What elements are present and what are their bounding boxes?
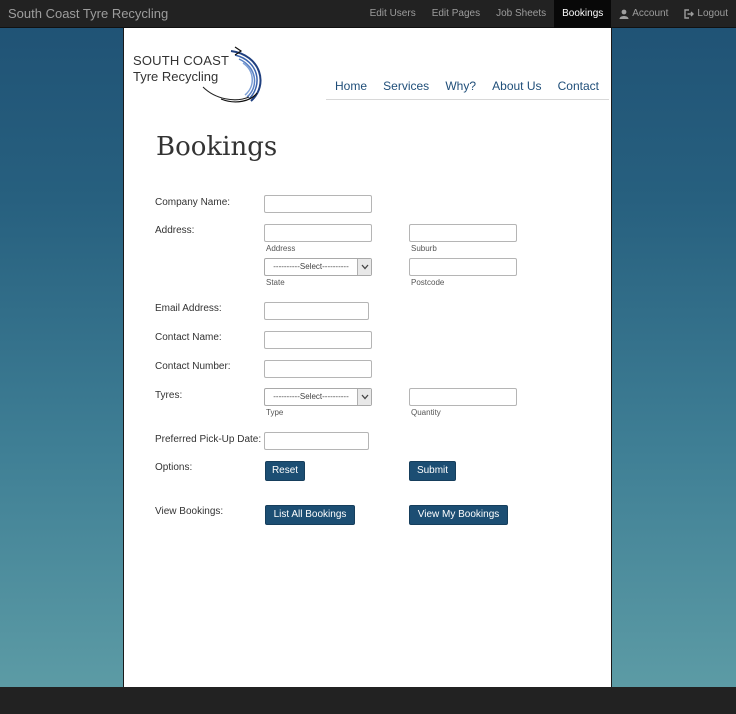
address-input[interactable] bbox=[264, 224, 372, 242]
nav-services[interactable]: Services bbox=[383, 78, 429, 99]
pickup-date-label: Preferred Pick-Up Date: bbox=[155, 434, 262, 445]
view-bookings-label: View Bookings: bbox=[155, 506, 224, 517]
address-label: Address: bbox=[155, 225, 195, 236]
brand-link[interactable]: South Coast Tyre Recycling bbox=[8, 6, 168, 21]
company-logo[interactable]: SOUTH COAST Tyre Recycling bbox=[133, 43, 268, 105]
list-all-bookings-button[interactable]: List All Bookings bbox=[265, 505, 355, 525]
job-sheets-link[interactable]: Job Sheets bbox=[488, 0, 554, 28]
edit-pages-link[interactable]: Edit Pages bbox=[424, 0, 488, 28]
page-title: Bookings bbox=[156, 132, 278, 162]
tyres-label: Tyres: bbox=[155, 390, 183, 401]
address-sub-label: Address bbox=[266, 244, 296, 253]
logout-link[interactable]: Logout bbox=[676, 0, 736, 28]
contact-number-input[interactable] bbox=[264, 360, 372, 378]
chevron-down-icon bbox=[357, 389, 371, 405]
quantity-sub-label: Quantity bbox=[411, 408, 441, 417]
nav-why[interactable]: Why? bbox=[445, 78, 476, 99]
suburb-input[interactable] bbox=[409, 224, 517, 242]
options-label: Options: bbox=[155, 462, 193, 473]
company-name-label: Company Name: bbox=[155, 197, 231, 208]
edit-users-link[interactable]: Edit Users bbox=[362, 0, 424, 28]
suburb-sub-label: Suburb bbox=[411, 244, 437, 253]
top-navbar: South Coast Tyre Recycling Edit Users Ed… bbox=[0, 0, 736, 28]
nav-home[interactable]: Home bbox=[335, 78, 367, 99]
submit-button[interactable]: Submit bbox=[409, 461, 456, 481]
content-panel: SOUTH COAST Tyre Recycling Home Services… bbox=[123, 28, 612, 687]
company-name-input[interactable] bbox=[264, 195, 372, 213]
state-select[interactable]: ----------Select---------- bbox=[264, 258, 372, 276]
nav-contact[interactable]: Contact bbox=[558, 78, 599, 99]
admin-nav: Edit Users Edit Pages Job Sheets Booking… bbox=[362, 0, 736, 28]
postcode-input[interactable] bbox=[409, 258, 517, 276]
email-label: Email Address: bbox=[155, 303, 222, 314]
bookings-link[interactable]: Bookings bbox=[554, 0, 612, 28]
contact-name-input[interactable] bbox=[264, 331, 372, 349]
contact-number-label: Contact Number: bbox=[155, 361, 231, 372]
state-select-value: ----------Select---------- bbox=[273, 262, 349, 271]
chevron-down-icon bbox=[357, 259, 371, 275]
logout-label: Logout bbox=[697, 8, 728, 19]
user-icon bbox=[619, 9, 629, 19]
tyre-type-select-value: ----------Select---------- bbox=[273, 392, 349, 401]
postcode-sub-label: Postcode bbox=[411, 278, 445, 287]
contact-name-label: Contact Name: bbox=[155, 332, 222, 343]
view-my-bookings-button[interactable]: View My Bookings bbox=[409, 505, 508, 525]
main-nav: Home Services Why? About Us Contact bbox=[326, 78, 609, 100]
type-sub-label: Type bbox=[266, 408, 284, 417]
state-sub-label: State bbox=[266, 278, 285, 287]
account-label: Account bbox=[632, 8, 669, 19]
tyre-type-select[interactable]: ----------Select---------- bbox=[264, 388, 372, 406]
account-link[interactable]: Account bbox=[611, 0, 676, 28]
pickup-date-input[interactable] bbox=[264, 432, 369, 450]
reset-button[interactable]: Reset bbox=[265, 461, 305, 481]
footer-bar bbox=[0, 687, 736, 714]
tyre-swirl-icon bbox=[202, 46, 262, 103]
nav-about[interactable]: About Us bbox=[492, 78, 541, 99]
email-input[interactable] bbox=[264, 302, 369, 320]
quantity-input[interactable] bbox=[409, 388, 517, 406]
logout-icon bbox=[684, 9, 695, 19]
